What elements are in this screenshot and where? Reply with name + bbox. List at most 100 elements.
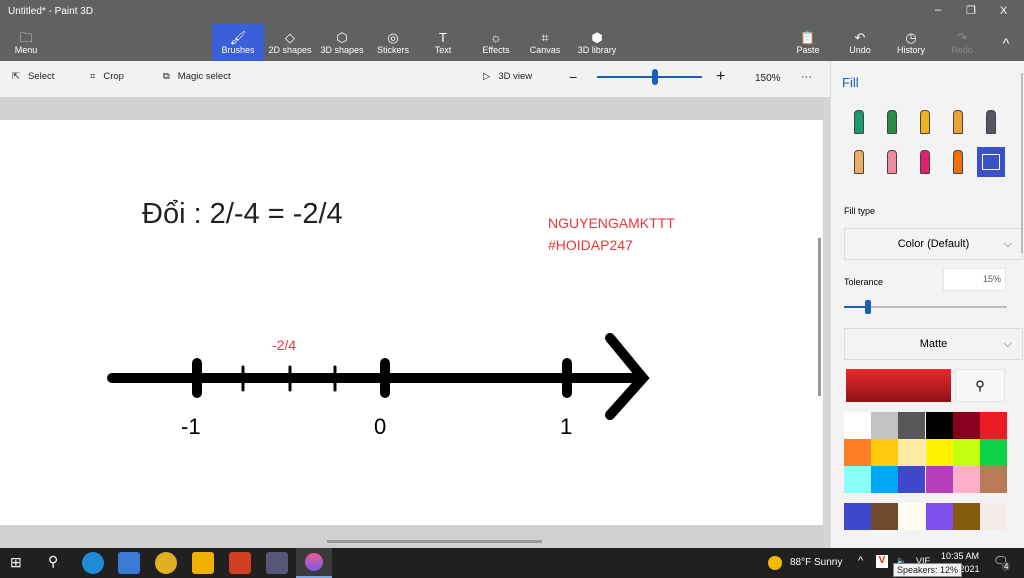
clock-time[interactable]: 10:35 AM	[941, 551, 979, 561]
tick-label: 0	[374, 414, 387, 439]
paste-icon: 📋	[799, 29, 817, 45]
color-swatch[interactable]	[844, 466, 871, 494]
custom-color-swatch[interactable]	[925, 503, 953, 530]
calligraphy-pen-icon	[887, 110, 897, 134]
history-button[interactable]: ◷ History	[893, 24, 929, 61]
custom-color-swatch[interactable]	[980, 503, 1007, 530]
watercolor-tool[interactable]	[944, 107, 972, 137]
fill-type-value: Color (Default)	[897, 238, 970, 250]
calculator-icon[interactable]	[266, 552, 288, 574]
color-swatch[interactable]	[898, 439, 926, 467]
magic-select-label: Magic select	[177, 71, 231, 82]
crop-button[interactable]: ⌗ Crop	[90, 71, 124, 82]
spray-can-icon	[953, 150, 963, 174]
tolerance-slider-thumb[interactable]	[865, 300, 872, 314]
3d-view-label: 3D view	[498, 71, 533, 82]
current-color-swatch[interactable]	[846, 369, 951, 402]
oil-brush-tool[interactable]	[911, 107, 939, 137]
3d-view-button[interactable]: ▷ 3D view	[483, 71, 532, 82]
custom-color-swatch[interactable]	[898, 503, 926, 530]
marker-tool[interactable]	[845, 107, 873, 137]
tab-canvas[interactable]: ⌗ Canvas	[528, 24, 562, 61]
horizontal-scrollbar[interactable]	[327, 540, 542, 543]
magic-select-button[interactable]: ⧉ Magic select	[163, 71, 231, 82]
crayon-tool[interactable]	[911, 147, 939, 177]
color-swatch[interactable]	[844, 439, 871, 467]
color-swatch[interactable]	[952, 439, 980, 467]
ribbon: 🗀 Menu 🖌 Brushes ◇ 2D shapes ⬡ 3D shapes ◎ Stick…	[0, 24, 1024, 61]
undo-button[interactable]: ↶ Undo	[843, 24, 877, 61]
color-swatch[interactable]	[952, 466, 980, 494]
tab-text[interactable]: T Text	[427, 24, 459, 61]
color-swatch[interactable]	[844, 412, 871, 439]
tab-3d-shapes[interactable]: ⬡ 3D shapes	[320, 24, 364, 61]
powerpoint-icon[interactable]	[229, 552, 251, 574]
edge-icon[interactable]	[82, 552, 104, 574]
tray-app-icon[interactable]: V	[876, 555, 888, 568]
close-button[interactable]: X	[1000, 5, 1007, 17]
chrome-icon[interactable]	[155, 552, 177, 574]
tab-label: Canvas	[529, 44, 561, 55]
custom-color-swatch[interactable]	[952, 503, 980, 530]
collapse-ribbon-button[interactable]: ^	[995, 24, 1017, 61]
notification-count: 4	[1002, 562, 1011, 571]
zoom-slider[interactable]	[597, 69, 702, 85]
color-swatch[interactable]	[980, 439, 1007, 467]
start-button[interactable]: ⊞	[10, 554, 22, 571]
minimize-button[interactable]: –	[935, 4, 941, 16]
tolerance-input[interactable]: 15%	[943, 268, 1006, 291]
fill-type-dropdown[interactable]: Color (Default) ⌵	[844, 228, 1023, 260]
eraser-tool[interactable]	[878, 147, 906, 177]
tab-brushes[interactable]: 🖌 Brushes	[212, 24, 264, 61]
pencil-tool[interactable]	[845, 147, 873, 177]
weather-sun-icon	[768, 556, 782, 570]
color-swatch[interactable]	[871, 466, 899, 494]
color-swatch[interactable]	[925, 439, 953, 467]
pixel-pen-tool[interactable]	[977, 107, 1005, 137]
color-swatch[interactable]	[898, 412, 926, 439]
panel-scrollbar[interactable]	[1021, 73, 1023, 253]
color-swatch[interactable]	[952, 412, 980, 439]
tab-stickers[interactable]: ◎ Stickers	[373, 24, 413, 61]
fill-tool[interactable]	[977, 147, 1005, 177]
more-button[interactable]: ···	[801, 71, 812, 83]
tab-effects[interactable]: ☼ Effects	[478, 24, 514, 61]
color-swatch[interactable]	[980, 412, 1007, 439]
vertical-scrollbar[interactable]	[818, 238, 821, 396]
paint3d-icon	[305, 553, 323, 571]
zoom-slider-thumb[interactable]	[651, 69, 658, 85]
spray-can-tool[interactable]	[944, 147, 972, 177]
calligraphy-pen-tool[interactable]	[878, 107, 906, 137]
finish-value: Matte	[919, 338, 948, 350]
undo-icon: ↶	[854, 29, 866, 45]
zoom-in-button[interactable]: +	[716, 68, 725, 86]
weather-text[interactable]: 88°F Sunny	[790, 557, 842, 568]
paint3d-taskbar-button[interactable]	[296, 548, 332, 578]
custom-color-swatch[interactable]	[844, 503, 871, 530]
color-swatch[interactable]	[898, 466, 926, 494]
tick-label: 1	[560, 414, 573, 439]
chevron-up-icon[interactable]: ^	[858, 555, 863, 567]
tolerance-slider[interactable]	[844, 300, 1007, 314]
paste-button[interactable]: 📋 Paste	[793, 24, 823, 61]
color-swatch[interactable]	[871, 412, 899, 439]
file-explorer-icon[interactable]	[192, 552, 214, 574]
color-swatch[interactable]	[980, 466, 1007, 494]
store-icon[interactable]	[118, 552, 140, 574]
custom-color-swatch[interactable]	[871, 503, 899, 530]
maximize-button[interactable]: ❐	[966, 4, 976, 17]
zoom-level[interactable]: 150%	[755, 73, 781, 84]
tab-2d-shapes[interactable]: ◇ 2D shapes	[267, 24, 313, 61]
finish-dropdown[interactable]: Matte ⌵	[844, 328, 1023, 360]
canvas[interactable]: Đổi : 2/-4 = -2/4 NGUYENGAMKTTT #HOIDAP2…	[0, 120, 823, 525]
redo-button[interactable]: ↷ Redo	[945, 24, 979, 61]
select-button[interactable]: ⇱ Select	[12, 71, 54, 82]
menu-button[interactable]: 🗀 Menu	[6, 24, 46, 61]
color-swatch[interactable]	[925, 466, 953, 494]
zoom-out-button[interactable]: −	[569, 69, 577, 85]
tab-3d-library[interactable]: ⬢ 3D library	[576, 24, 618, 61]
search-icon[interactable]: ⚲	[48, 553, 58, 570]
color-swatch[interactable]	[871, 439, 899, 467]
eyedropper-button[interactable]: ⚲	[955, 369, 1005, 402]
color-swatch[interactable]	[925, 412, 953, 439]
